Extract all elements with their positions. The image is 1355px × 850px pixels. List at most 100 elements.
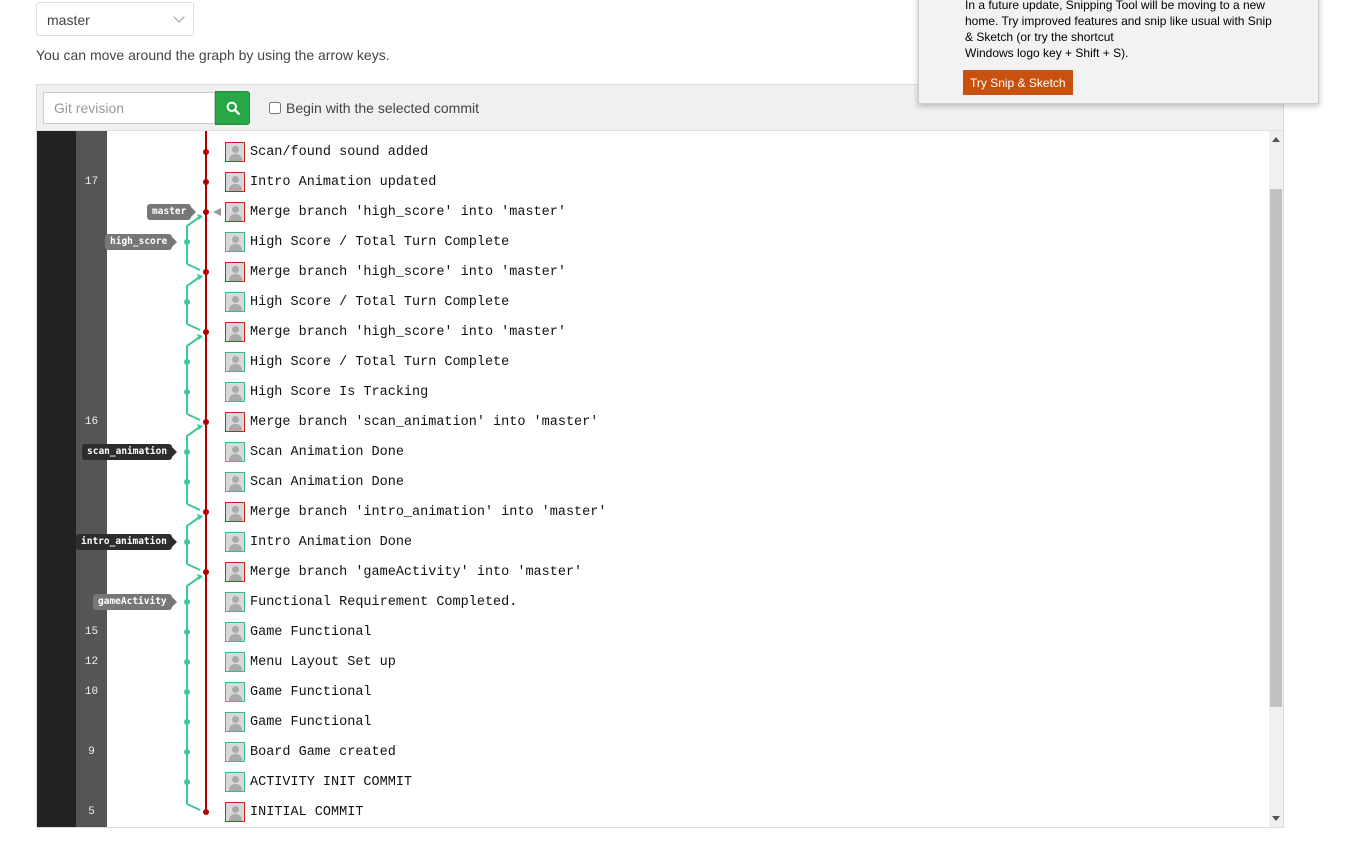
commit-message: Merge branch 'intro_animation' into 'mas… (250, 504, 607, 520)
commit-row[interactable]: Merge branch 'high_score' into 'master' (225, 261, 566, 283)
commit-row[interactable]: Game Functional (225, 711, 372, 733)
branch-fork-line (186, 563, 201, 571)
avatar-icon (225, 502, 245, 522)
avatar-icon (225, 442, 245, 462)
commit-row[interactable]: High Score / Total Turn Complete (225, 231, 509, 253)
scroll-down-icon[interactable] (1272, 816, 1280, 821)
begin-with-selected-option[interactable]: Begin with the selected commit (269, 100, 479, 116)
begin-with-selected-checkbox[interactable] (269, 102, 281, 114)
commit-node (203, 329, 209, 335)
commit-node (203, 149, 209, 155)
commit-row[interactable]: Scan Animation Done (225, 471, 404, 493)
branch-merge-line (186, 275, 202, 302)
commit-message: Merge branch 'scan_animation' into 'mast… (250, 414, 599, 430)
vertical-scrollbar[interactable] (1269, 131, 1283, 827)
branch-select[interactable]: master (36, 2, 194, 36)
commit-row[interactable]: Merge branch 'high_score' into 'master' (225, 321, 566, 343)
commit-row[interactable]: ACTIVITY INIT COMMIT (225, 771, 412, 793)
commit-node (184, 719, 190, 725)
commit-row[interactable]: Game Functional (225, 681, 372, 703)
commit-row[interactable]: Merge branch 'scan_animation' into 'mast… (225, 411, 598, 433)
search-button[interactable] (215, 91, 250, 125)
avatar-icon (225, 622, 245, 642)
commit-node (184, 659, 190, 665)
commit-graph[interactable]: Scan/found sound added 17 Intro Animation … (37, 131, 1283, 827)
avatar-icon (225, 772, 245, 792)
branch-merge-line (186, 515, 202, 542)
commit-node (184, 539, 190, 545)
commit-row[interactable]: Scan Animation Done (225, 441, 404, 463)
commit-row[interactable]: Game Functional (225, 621, 372, 643)
branch-fork-line (186, 413, 201, 421)
commit-node (184, 449, 190, 455)
avatar-icon (225, 292, 245, 312)
commit-node (203, 419, 209, 425)
ref-tag-master[interactable]: master (147, 204, 197, 220)
commit-node (184, 689, 190, 695)
avatar-icon (225, 412, 245, 432)
ref-tag-scan-animation[interactable]: scan_animation (82, 444, 178, 460)
commit-node (184, 299, 190, 305)
commit-row[interactable]: High Score / Total Turn Complete (225, 291, 509, 313)
branch-merge-line (186, 425, 202, 452)
branch-fork-line (186, 323, 201, 331)
commit-message: Scan Animation Done (250, 474, 404, 490)
commit-row[interactable]: INITIAL COMMIT (225, 801, 363, 823)
commit-message: Board Game created (250, 744, 396, 760)
commit-row[interactable]: Merge branch 'gameActivity' into 'master… (225, 561, 582, 583)
commit-message: Merge branch 'high_score' into 'master' (250, 204, 566, 220)
commit-message: High Score / Total Turn Complete (250, 234, 510, 250)
commit-node (184, 359, 190, 365)
line-number: 10 (84, 686, 99, 698)
commit-node (203, 209, 209, 215)
scrollbar-thumb[interactable] (1270, 189, 1282, 707)
avatar-icon (225, 232, 245, 252)
ref-tag-gameactivity[interactable]: gameActivity (93, 594, 177, 610)
avatar-icon (225, 592, 245, 612)
avatar-icon (225, 742, 245, 762)
scroll-up-icon[interactable] (1272, 137, 1280, 142)
commit-message: Intro Animation updated (250, 174, 437, 190)
commit-message: Game Functional (250, 684, 372, 700)
commit-node (203, 179, 209, 185)
commit-message: Scan/found sound added (250, 144, 429, 160)
head-pointer-icon (213, 208, 221, 216)
commit-row[interactable]: High Score / Total Turn Complete (225, 351, 509, 373)
commit-row[interactable]: Menu Layout Set up (225, 651, 396, 673)
commit-node (203, 569, 209, 575)
branch-merge-line (186, 215, 202, 242)
commit-node (203, 269, 209, 275)
try-snip-sketch-button[interactable]: Try Snip & Sketch (963, 70, 1073, 95)
navigation-hint: You can move around the graph by using t… (36, 47, 390, 63)
commit-node (184, 629, 190, 635)
avatar-icon (225, 352, 245, 372)
snipping-tool-notice: In a future update, Snipping Tool will b… (918, 0, 1319, 104)
ref-tag-intro-animation[interactable]: intro_animation (76, 534, 177, 550)
git-revision-input[interactable] (43, 92, 215, 124)
commit-message: Game Functional (250, 714, 372, 730)
commit-row[interactable]: Scan/found sound added (225, 141, 428, 163)
line-number: 15 (84, 626, 99, 638)
line-number: 16 (84, 416, 99, 428)
gutter (37, 131, 76, 827)
commit-message: Merge branch 'gameActivity' into 'master… (250, 564, 583, 580)
avatar-icon (225, 172, 245, 192)
ref-tag-high-score[interactable]: high_score (105, 234, 178, 250)
line-number: 12 (84, 656, 99, 668)
chevron-down-icon (173, 11, 185, 23)
branch-merge-line (186, 335, 202, 362)
commit-node (203, 809, 209, 815)
notice-line: In a future update, Snipping Tool will b… (965, 0, 1265, 12)
branch-select-value: master (47, 12, 90, 28)
line-number: 17 (84, 176, 99, 188)
branch-fork-line (186, 263, 201, 271)
commit-row[interactable]: Board Game created (225, 741, 396, 763)
commit-row[interactable]: High Score Is Tracking (225, 381, 428, 403)
commit-row[interactable]: Merge branch 'intro_animation' into 'mas… (225, 501, 606, 523)
commit-row[interactable]: Intro Animation updated (225, 171, 436, 193)
commit-message: Menu Layout Set up (250, 654, 396, 670)
notice-line: home. Try improved features and snip lik… (965, 14, 1272, 28)
commit-row[interactable]: Merge branch 'high_score' into 'master' (225, 201, 566, 223)
commit-row[interactable]: Intro Animation Done (225, 531, 412, 553)
commit-row[interactable]: Functional Requirement Completed. (225, 591, 517, 613)
